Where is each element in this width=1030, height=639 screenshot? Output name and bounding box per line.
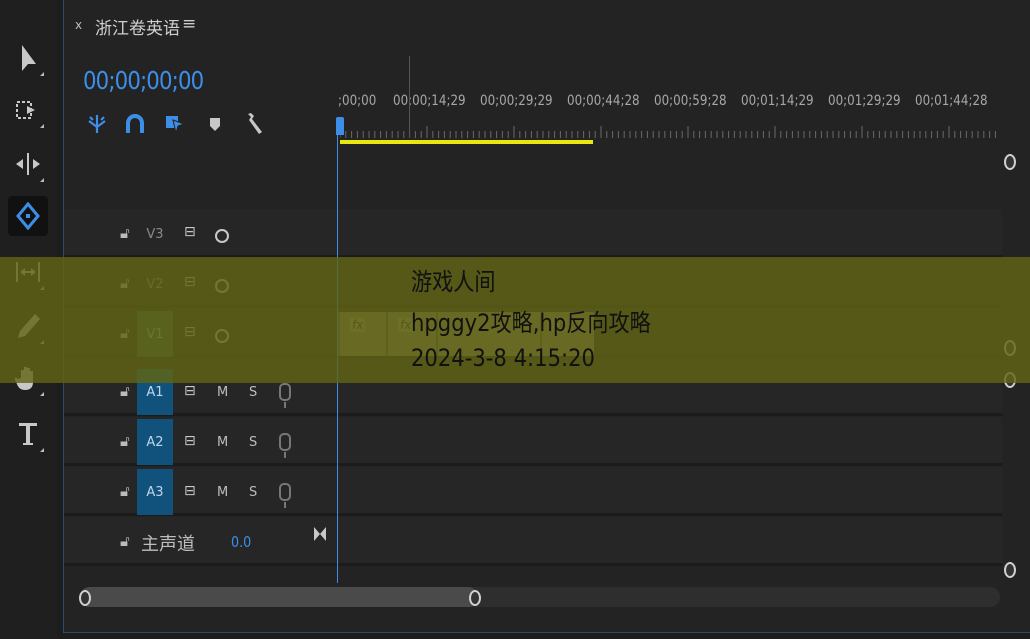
audio-scroll-bottom-handle[interactable] — [1004, 562, 1016, 578]
ruler-label: 00;00;44;28 — [567, 93, 640, 109]
type-icon[interactable] — [8, 414, 48, 454]
ripple-edit-icon[interactable] — [8, 144, 48, 184]
ruler-marker-line — [409, 56, 410, 138]
microphone-icon[interactable] — [279, 483, 291, 508]
ruler-label: 00;00;14;29 — [393, 93, 466, 109]
track-row-a2[interactable] — [64, 417, 1002, 466]
zoom-right-handle[interactable] — [469, 590, 481, 606]
watermark-line-3: 2024-3-8 4:15:20 — [411, 344, 596, 372]
ruler-label: 00;01;29;29 — [828, 93, 901, 109]
eye-icon[interactable] — [215, 229, 229, 243]
track-select-forward-icon[interactable] — [8, 90, 48, 130]
sync-lock-icon[interactable]: ⊟ — [184, 433, 196, 449]
ruler-label: 00;01;14;29 — [741, 93, 814, 109]
mute-button[interactable]: M — [217, 485, 228, 500]
lock-icon[interactable]: 🔓︎ — [120, 482, 130, 500]
lock-icon[interactable]: 🔓︎ — [120, 532, 130, 550]
sync-lock-icon[interactable]: ⊟ — [184, 383, 196, 399]
time-ruler[interactable] — [340, 126, 1000, 138]
wrench-settings-icon[interactable] — [241, 111, 267, 137]
solo-button[interactable]: S — [249, 435, 257, 450]
sequence-tab-title[interactable]: 浙江卷英语 — [95, 14, 180, 39]
selection-arrow-icon[interactable] — [8, 38, 48, 78]
lock-icon[interactable]: 🔓︎ — [120, 432, 130, 450]
lock-icon[interactable]: 🔓︎ — [120, 224, 130, 242]
razor-icon[interactable] — [8, 196, 48, 236]
playhead-handle[interactable] — [336, 117, 344, 135]
video-scroll-top-handle[interactable] — [1004, 154, 1016, 170]
watermark-line-1: 游戏人间 — [411, 268, 496, 296]
hamburger-menu-icon[interactable]: ≡ — [182, 14, 196, 34]
ruler-label: 00;01;44;28 — [915, 93, 988, 109]
zoom-left-handle[interactable] — [79, 590, 91, 606]
playhead-timecode[interactable]: 00;00;00;00 — [83, 66, 204, 95]
mute-button[interactable]: M — [217, 385, 228, 400]
ruler-label: 00;00;59;28 — [654, 93, 727, 109]
track-row-v3[interactable] — [64, 209, 1002, 258]
track-row-a3[interactable] — [64, 467, 1002, 516]
master-volume-value[interactable]: 0.0 — [231, 533, 251, 551]
solo-button[interactable]: S — [249, 485, 257, 500]
ruler-label: ;00;00 — [338, 93, 377, 109]
mute-button[interactable]: M — [217, 435, 228, 450]
sync-lock-icon[interactable]: ⊟ — [184, 224, 196, 240]
microphone-icon[interactable] — [279, 383, 291, 408]
horizontal-scroll-thumb[interactable] — [80, 587, 478, 607]
lock-icon[interactable]: 🔓︎ — [120, 382, 130, 400]
track-name-v3[interactable]: V3 — [137, 211, 173, 257]
track-row-master[interactable] — [64, 517, 1002, 566]
microphone-icon[interactable] — [279, 433, 291, 458]
watermark-line-2: hpggy2攻略,hp反向攻略 — [411, 309, 651, 337]
ruler-label: 00;00;29;29 — [480, 93, 553, 109]
snap-magnet-icon[interactable] — [122, 111, 148, 137]
work-area-bar[interactable] — [340, 140, 593, 144]
marker-icon[interactable] — [202, 111, 228, 137]
sync-lock-icon[interactable]: ⊟ — [184, 483, 196, 499]
track-name-a3[interactable]: A3 — [137, 469, 173, 515]
go-to-end-icon[interactable] — [313, 525, 327, 547]
master-track-name: 主声道 — [141, 534, 195, 555]
close-tab-button[interactable]: x — [75, 18, 82, 32]
linked-selection-icon[interactable] — [162, 111, 188, 137]
solo-button[interactable]: S — [249, 385, 257, 400]
track-name-a2[interactable]: A2 — [137, 419, 173, 465]
insert-nested-icon[interactable] — [84, 111, 110, 137]
